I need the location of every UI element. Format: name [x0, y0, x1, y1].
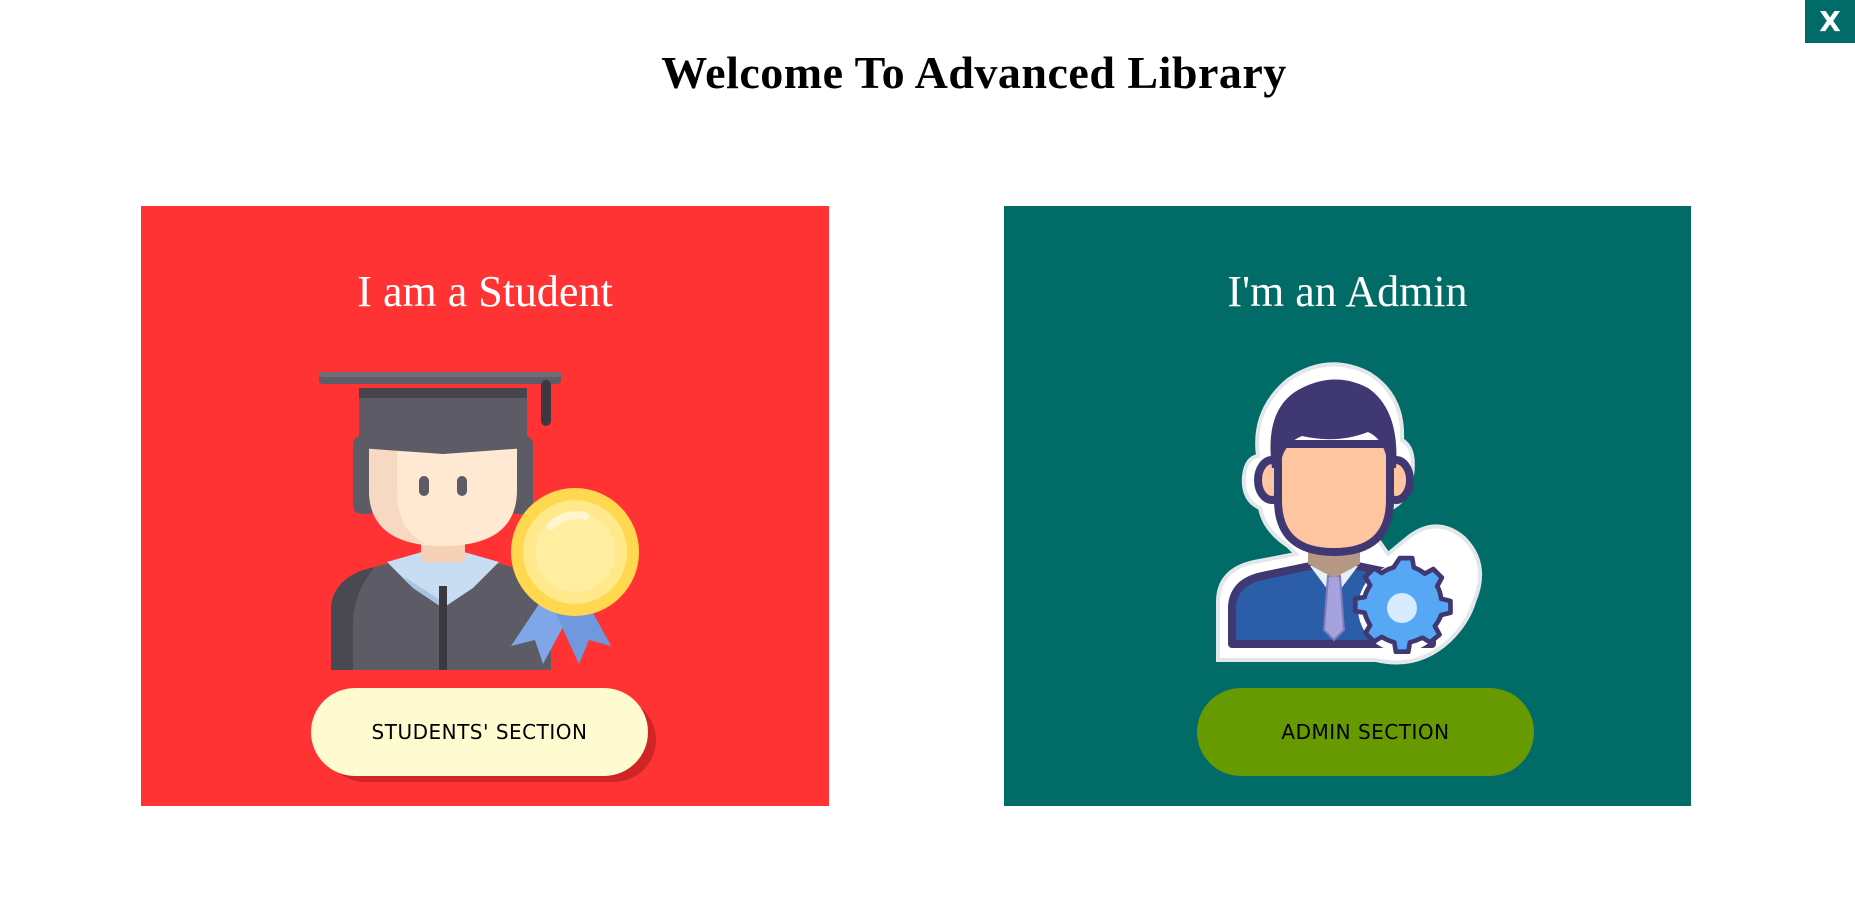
student-card: I am a Student STUDENTS' SECTION — [141, 206, 829, 806]
admin-section-button[interactable]: ADMIN SECTION — [1197, 688, 1534, 776]
graduate-student-icon — [319, 372, 639, 670]
page-title: Welcome To Advanced Library — [661, 47, 1287, 98]
students-section-button[interactable]: STUDENTS' SECTION — [311, 688, 648, 776]
admin-settings-icon — [1216, 362, 1482, 665]
close-button[interactable]: X — [1805, 0, 1855, 43]
student-card-title: I am a Student — [357, 267, 613, 316]
welcome-screen: X Welcome To Advanced Library I am a Stu… — [0, 0, 1855, 907]
admin-card: I'm an Admin ADMIN SECTION — [1004, 206, 1691, 806]
admin-card-title: I'm an Admin — [1227, 267, 1468, 316]
